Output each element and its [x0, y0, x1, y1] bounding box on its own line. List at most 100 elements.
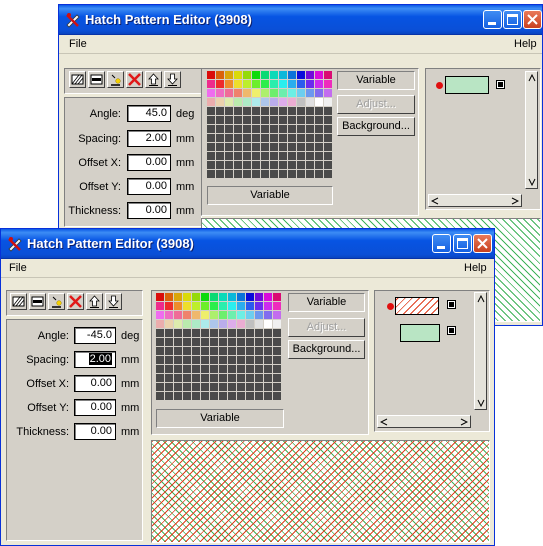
palette-cell[interactable] — [306, 134, 315, 143]
offset-x-input[interactable]: 0.00 — [127, 154, 171, 171]
palette-cell[interactable] — [246, 320, 255, 329]
palette-cell[interactable] — [237, 293, 246, 302]
palette-cell[interactable] — [243, 71, 252, 80]
palette-cell[interactable] — [219, 356, 228, 365]
palette-cell[interactable] — [156, 329, 165, 338]
palette-cell[interactable] — [183, 392, 192, 401]
palette-cell[interactable] — [234, 125, 243, 134]
palette-cell[interactable] — [216, 107, 225, 116]
palette-cell[interactable] — [315, 71, 324, 80]
palette-cell[interactable] — [192, 338, 201, 347]
solid-fill-tool[interactable] — [88, 71, 105, 88]
palette-cell[interactable] — [216, 170, 225, 179]
palette-cell[interactable] — [156, 293, 165, 302]
palette-cell[interactable] — [156, 392, 165, 401]
palette-cell[interactable] — [273, 320, 282, 329]
palette-cell[interactable] — [279, 143, 288, 152]
palette-cell[interactable] — [210, 392, 219, 401]
thickness-input[interactable]: 0.00 — [127, 202, 171, 219]
palette-cell[interactable] — [252, 107, 261, 116]
palette-cell[interactable] — [297, 71, 306, 80]
palette-cell[interactable] — [210, 329, 219, 338]
palette-cell[interactable] — [225, 98, 234, 107]
palette-cell[interactable] — [225, 80, 234, 89]
palette-cell[interactable] — [210, 302, 219, 311]
palette-cell[interactable] — [270, 107, 279, 116]
palette-cell[interactable] — [228, 338, 237, 347]
palette-cell[interactable] — [243, 143, 252, 152]
offset-y-input[interactable]: 0.00 — [74, 399, 116, 416]
palette-cell[interactable] — [264, 329, 273, 338]
palette-cell[interactable] — [297, 143, 306, 152]
menu-help[interactable]: Help — [514, 38, 537, 50]
palette-cell[interactable] — [288, 89, 297, 98]
line-style-field[interactable]: Variable — [156, 409, 284, 428]
palette-cell[interactable] — [228, 356, 237, 365]
vertical-scrollbar[interactable] — [474, 292, 487, 410]
palette-cell[interactable] — [264, 311, 273, 320]
palette-cell[interactable] — [273, 365, 282, 374]
palette-cell[interactable] — [225, 125, 234, 134]
palette-cell[interactable] — [273, 374, 282, 383]
palette-cell[interactable] — [237, 383, 246, 392]
variable-button[interactable]: Variable — [337, 71, 415, 90]
palette-cell[interactable] — [297, 152, 306, 161]
palette-cell[interactable] — [165, 374, 174, 383]
palette-cell[interactable] — [192, 302, 201, 311]
palette-cell[interactable] — [225, 143, 234, 152]
palette-cell[interactable] — [324, 134, 333, 143]
palette-cell[interactable] — [165, 320, 174, 329]
palette-cell[interactable] — [183, 329, 192, 338]
palette-cell[interactable] — [165, 365, 174, 374]
palette-cell[interactable] — [216, 143, 225, 152]
color-palette-grid[interactable] — [156, 293, 282, 401]
palette-cell[interactable] — [324, 116, 333, 125]
palette-cell[interactable] — [237, 365, 246, 374]
palette-cell[interactable] — [273, 383, 282, 392]
palette-cell[interactable] — [174, 356, 183, 365]
palette-cell[interactable] — [252, 170, 261, 179]
palette-cell[interactable] — [201, 365, 210, 374]
palette-cell[interactable] — [174, 320, 183, 329]
palette-cell[interactable] — [252, 89, 261, 98]
palette-cell[interactable] — [219, 383, 228, 392]
hatch-editor-window-front[interactable]: Hatch Pattern Editor (3908) File Help An… — [0, 228, 495, 546]
palette-cell[interactable] — [243, 161, 252, 170]
palette-cell[interactable] — [156, 302, 165, 311]
palette-cell[interactable] — [315, 125, 324, 134]
palette-cell[interactable] — [165, 302, 174, 311]
palette-cell[interactable] — [201, 338, 210, 347]
minimize-button[interactable] — [483, 10, 502, 29]
palette-cell[interactable] — [165, 329, 174, 338]
palette-cell[interactable] — [243, 134, 252, 143]
palette-cell[interactable] — [219, 320, 228, 329]
palette-cell[interactable] — [255, 392, 264, 401]
palette-cell[interactable] — [207, 161, 216, 170]
menu-file[interactable]: File — [69, 38, 87, 50]
palette-cell[interactable] — [234, 98, 243, 107]
hatch-line-swatch-2[interactable] — [400, 324, 440, 342]
palette-cell[interactable] — [315, 98, 324, 107]
palette-cell[interactable] — [273, 338, 282, 347]
palette-cell[interactable] — [264, 302, 273, 311]
palette-cell[interactable] — [270, 89, 279, 98]
palette-cell[interactable] — [156, 374, 165, 383]
palette-cell[interactable] — [228, 302, 237, 311]
palette-cell[interactable] — [216, 98, 225, 107]
maximize-button[interactable] — [453, 234, 472, 253]
palette-cell[interactable] — [279, 170, 288, 179]
spacing-input[interactable]: 2.00 — [74, 351, 116, 368]
palette-cell[interactable] — [252, 71, 261, 80]
palette-cell[interactable] — [207, 80, 216, 89]
palette-cell[interactable] — [297, 98, 306, 107]
palette-cell[interactable] — [174, 383, 183, 392]
palette-cell[interactable] — [261, 80, 270, 89]
palette-cell[interactable] — [273, 302, 282, 311]
palette-cell[interactable] — [315, 161, 324, 170]
palette-cell[interactable] — [255, 356, 264, 365]
palette-cell[interactable] — [324, 152, 333, 161]
palette-cell[interactable] — [156, 311, 165, 320]
palette-cell[interactable] — [324, 143, 333, 152]
palette-cell[interactable] — [306, 89, 315, 98]
palette-cell[interactable] — [207, 89, 216, 98]
